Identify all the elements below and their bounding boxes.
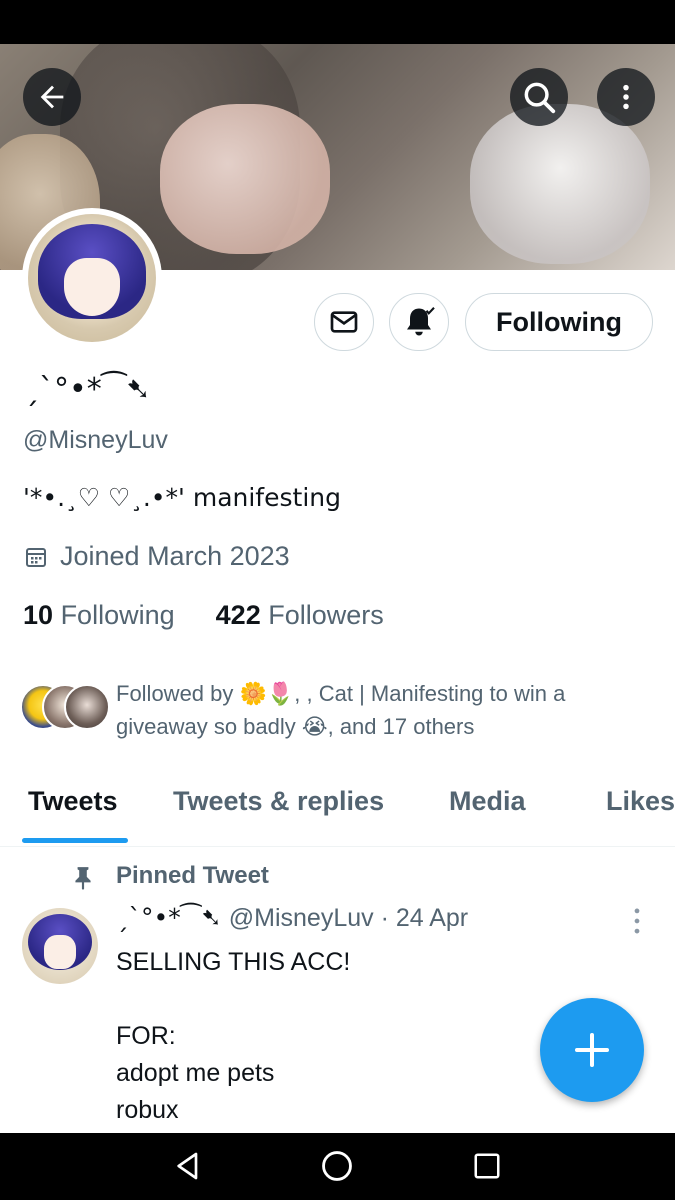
followed-by-text[interactable]: Followed by 🌼🌷, , Cat | Manifesting to w…: [116, 677, 656, 743]
back-arrow-icon: [40, 85, 64, 109]
tweet-body[interactable]: SELLING THIS ACC! FOR: adopt me pets rob…: [116, 944, 350, 1129]
status-bar: [0, 0, 675, 44]
more-dots-icon[interactable]: [626, 906, 648, 936]
following-button[interactable]: Following: [465, 293, 653, 351]
search-icon: [524, 82, 556, 114]
tweet-author-name[interactable]: ˏˋ°•*⁀➷: [116, 903, 222, 932]
tweet-line: FOR:: [116, 1022, 176, 1050]
following-count: 10: [23, 600, 54, 630]
follower-avatar: [64, 684, 110, 730]
tweet-header: ˏˋ°•*⁀➷ @MisneyLuv · 24 Apr: [116, 903, 468, 933]
nav-back-icon[interactable]: [172, 1150, 204, 1182]
mail-icon: [330, 311, 358, 333]
tweet-line: [116, 981, 350, 1018]
android-nav-bar: [0, 1133, 675, 1200]
more-vertical-icon: [623, 84, 629, 110]
pin-icon: [75, 867, 91, 890]
nav-recents-icon[interactable]: [472, 1151, 502, 1181]
tweet-line: robux: [116, 1096, 179, 1124]
join-date: Joined March 2023: [24, 541, 290, 572]
nav-home-icon[interactable]: [320, 1149, 354, 1183]
following-button-label: Following: [496, 306, 622, 337]
more-options-button[interactable]: [597, 68, 655, 126]
message-button[interactable]: [314, 293, 374, 351]
profile-avatar[interactable]: [22, 208, 162, 348]
follow-counts: 10 Following 422 Followers: [23, 600, 384, 631]
notifications-button[interactable]: [389, 293, 449, 351]
following-link[interactable]: 10 Following: [23, 600, 175, 630]
compose-tweet-button[interactable]: [540, 998, 644, 1102]
tab-likes[interactable]: Likes: [606, 786, 675, 817]
pinned-tweet-label: Pinned Tweet: [116, 862, 269, 889]
display-name: ˏˋ°•*⁀➷: [24, 372, 151, 407]
tweet-author-meta: @MisneyLuv · 24 Apr: [228, 904, 469, 932]
search-button[interactable]: [510, 68, 568, 126]
back-button[interactable]: [23, 68, 81, 126]
tab-media[interactable]: Media: [449, 786, 526, 817]
tweet-line: SELLING THIS ACC!: [116, 948, 351, 976]
join-date-text: Joined March 2023: [60, 541, 290, 571]
handle: @MisneyLuv: [23, 426, 168, 454]
active-tab-indicator: [22, 838, 128, 843]
plus-icon: [575, 1033, 609, 1067]
bell-icon: [407, 307, 435, 336]
bio: '*•.¸♡ ♡¸.•*' manifesting: [23, 483, 341, 512]
tab-tweets-replies[interactable]: Tweets & replies: [173, 786, 384, 817]
tweet-author-avatar[interactable]: [22, 908, 98, 984]
followers-count: 422: [215, 600, 261, 630]
followers-link[interactable]: 422 Followers: [216, 600, 384, 630]
followers-label: Followers: [268, 600, 384, 630]
following-label: Following: [60, 600, 175, 630]
tweet-line: adopt me pets: [116, 1059, 275, 1087]
calendar-icon: [26, 547, 46, 567]
tab-tweets[interactable]: Tweets: [28, 786, 118, 817]
profile-tabs: Tweets Tweets & replies Media Likes: [0, 770, 675, 847]
